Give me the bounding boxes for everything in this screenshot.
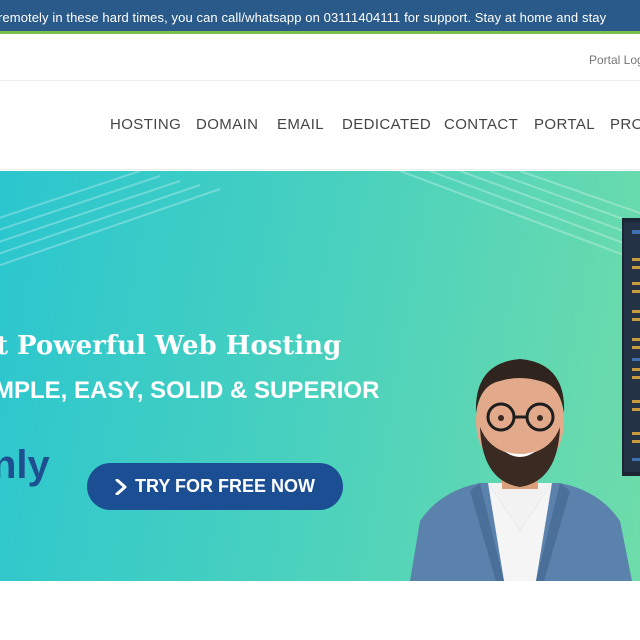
try-for-free-label: TRY FOR FREE NOW: [135, 476, 315, 496]
announcement-bar: remotely in these hard times, you can ca…: [0, 0, 640, 34]
nav-item-hosting[interactable]: HOSTING: [110, 116, 181, 133]
page-body-area: [0, 581, 640, 640]
nav-item-contact[interactable]: CONTACT: [444, 116, 518, 133]
portal-login-link[interactable]: Portal Login: [589, 53, 640, 67]
nav-item-pro[interactable]: PRO: [610, 116, 640, 133]
main-nav: HOSTING DOMAIN EMAIL DEDICATED CONTACT P…: [0, 82, 640, 170]
nav-item-portal[interactable]: PORTAL: [534, 116, 595, 133]
hero-banner: t Powerful Web Hosting MPLE, EASY, SOLID…: [0, 171, 640, 581]
hero-title: t Powerful Web Hosting: [0, 331, 342, 361]
utility-bar: Portal Login: [0, 37, 640, 81]
hero-subtitle: MPLE, EASY, SOLID & SUPERIOR: [0, 377, 380, 404]
announcement-text: remotely in these hard times, you can ca…: [0, 10, 607, 25]
nav-item-dedicated[interactable]: DEDICATED: [342, 116, 431, 133]
chevron-right-icon: [115, 478, 127, 495]
nav-item-domain[interactable]: DOMAIN: [196, 116, 258, 133]
try-for-free-button[interactable]: TRY FOR FREE NOW: [87, 463, 343, 510]
hero-price-text: nly: [0, 443, 50, 487]
nav-item-email[interactable]: EMAIL: [277, 116, 324, 133]
smiling-man-photo: [410, 359, 632, 581]
